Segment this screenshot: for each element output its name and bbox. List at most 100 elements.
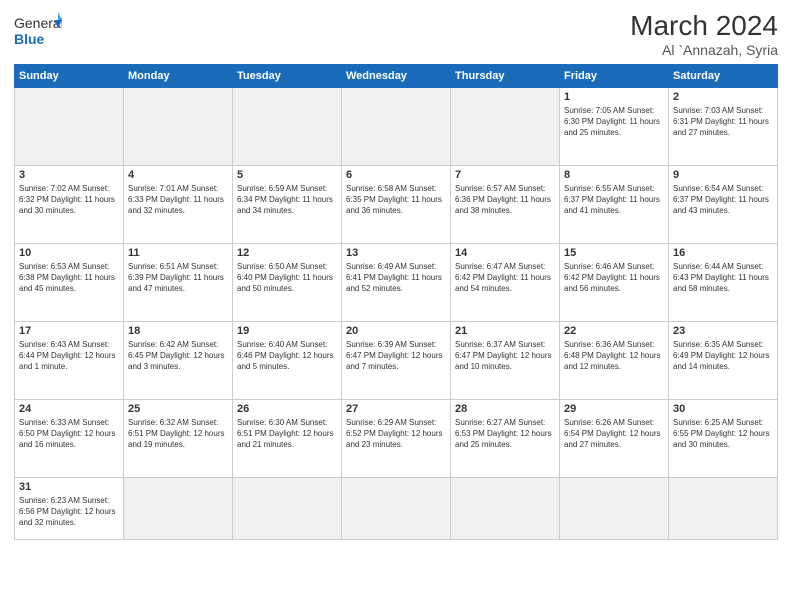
day-number: 9: [673, 169, 773, 181]
day-info: Sunrise: 6:29 AM Sunset: 6:52 PM Dayligh…: [346, 417, 446, 451]
day-info: Sunrise: 6:46 AM Sunset: 6:42 PM Dayligh…: [564, 261, 664, 295]
day-info: Sunrise: 6:40 AM Sunset: 6:46 PM Dayligh…: [237, 339, 337, 373]
cell-0-1: [124, 88, 233, 166]
week-row-3: 17Sunrise: 6:43 AM Sunset: 6:44 PM Dayli…: [15, 322, 778, 400]
logo: General Blue: [14, 10, 62, 54]
cell-1-3: 6 Sunrise: 6:58 AM Sunset: 6:35 PM Daylig…: [342, 166, 451, 244]
day-number: 23: [673, 325, 773, 337]
day-info: Sunrise: 6:39 AM Sunset: 6:47 PM Dayligh…: [346, 339, 446, 373]
day-info: Sunrise: 6:49 AM Sunset: 6:41 PM Dayligh…: [346, 261, 446, 295]
day-number: 5: [237, 169, 337, 181]
cell-5-6: [669, 478, 778, 540]
day-number: 19: [237, 325, 337, 337]
day-info: Sunrise: 6:55 AM Sunset: 6:37 PM Dayligh…: [564, 183, 664, 217]
day-info: Sunrise: 6:51 AM Sunset: 6:39 PM Dayligh…: [128, 261, 228, 295]
day-info: Sunrise: 7:03 AM Sunset: 6:31 PM Dayligh…: [673, 105, 773, 139]
cell-2-2: 12 Sunrise: 6:50 AM Sunset: 6:40 PM Dayli…: [233, 244, 342, 322]
day-info: Sunrise: 6:50 AM Sunset: 6:40 PM Dayligh…: [237, 261, 337, 295]
cell-0-3: [342, 88, 451, 166]
day-number: 26: [237, 403, 337, 415]
day-number: 31: [19, 481, 119, 493]
day-number: 8: [564, 169, 664, 181]
day-number: 11: [128, 247, 228, 259]
cell-2-0: 10 Sunrise: 6:53 AM Sunset: 6:38 PM Dayli…: [15, 244, 124, 322]
day-number: 27: [346, 403, 446, 415]
day-number: 2: [673, 91, 773, 103]
cell-0-6: 2 Sunrise: 7:03 AM Sunset: 6:31 PM Daylig…: [669, 88, 778, 166]
cell-3-0: 17Sunrise: 6:43 AM Sunset: 6:44 PM Dayli…: [15, 322, 124, 400]
cell-0-5: 1 Sunrise: 7:05 AM Sunset: 6:30 PM Daylig…: [560, 88, 669, 166]
cell-1-0: 3Sunrise: 7:02 AM Sunset: 6:32 PM Daylig…: [15, 166, 124, 244]
day-info: Sunrise: 6:23 AM Sunset: 6:56 PM Dayligh…: [19, 495, 119, 529]
cell-3-6: 23 Sunrise: 6:35 AM Sunset: 6:49 PM Dayli…: [669, 322, 778, 400]
day-number: 28: [455, 403, 555, 415]
svg-text:Blue: Blue: [14, 31, 45, 47]
cell-2-1: 11 Sunrise: 6:51 AM Sunset: 6:39 PM Dayli…: [124, 244, 233, 322]
day-info: Sunrise: 6:59 AM Sunset: 6:34 PM Dayligh…: [237, 183, 337, 217]
day-number: 13: [346, 247, 446, 259]
cell-5-1: [124, 478, 233, 540]
svg-text:General: General: [14, 15, 62, 31]
cell-3-3: 20 Sunrise: 6:39 AM Sunset: 6:47 PM Dayli…: [342, 322, 451, 400]
day-number: 1: [564, 91, 664, 103]
day-info: Sunrise: 7:02 AM Sunset: 6:32 PM Dayligh…: [19, 183, 119, 217]
day-info: Sunrise: 7:05 AM Sunset: 6:30 PM Dayligh…: [564, 105, 664, 139]
cell-5-5: [560, 478, 669, 540]
calendar-body: 1 Sunrise: 7:05 AM Sunset: 6:30 PM Daylig…: [15, 88, 778, 540]
page: General Blue March 2024 Al `Annazah, Syr…: [0, 0, 792, 612]
day-info: Sunrise: 6:25 AM Sunset: 6:55 PM Dayligh…: [673, 417, 773, 451]
cell-0-4: [451, 88, 560, 166]
day-info: Sunrise: 6:54 AM Sunset: 6:37 PM Dayligh…: [673, 183, 773, 217]
header: General Blue March 2024 Al `Annazah, Syr…: [14, 10, 778, 58]
day-number: 12: [237, 247, 337, 259]
day-number: 10: [19, 247, 119, 259]
weekday-row: Sunday Monday Tuesday Wednesday Thursday…: [15, 65, 778, 88]
day-number: 29: [564, 403, 664, 415]
weekday-thursday: Thursday: [451, 65, 560, 88]
day-info: Sunrise: 6:30 AM Sunset: 6:51 PM Dayligh…: [237, 417, 337, 451]
day-number: 14: [455, 247, 555, 259]
day-number: 18: [128, 325, 228, 337]
day-info: Sunrise: 6:36 AM Sunset: 6:48 PM Dayligh…: [564, 339, 664, 373]
day-number: 15: [564, 247, 664, 259]
day-info: Sunrise: 6:57 AM Sunset: 6:36 PM Dayligh…: [455, 183, 555, 217]
day-info: Sunrise: 6:47 AM Sunset: 6:42 PM Dayligh…: [455, 261, 555, 295]
cell-0-2: [233, 88, 342, 166]
weekday-friday: Friday: [560, 65, 669, 88]
day-info: Sunrise: 6:35 AM Sunset: 6:49 PM Dayligh…: [673, 339, 773, 373]
cell-0-0: [15, 88, 124, 166]
cell-2-6: 16Sunrise: 6:44 AM Sunset: 6:43 PM Dayli…: [669, 244, 778, 322]
subtitle: Al `Annazah, Syria: [630, 42, 778, 58]
week-row-2: 10 Sunrise: 6:53 AM Sunset: 6:38 PM Dayli…: [15, 244, 778, 322]
day-number: 4: [128, 169, 228, 181]
day-info: Sunrise: 6:53 AM Sunset: 6:38 PM Dayligh…: [19, 261, 119, 295]
cell-2-5: 15 Sunrise: 6:46 AM Sunset: 6:42 PM Dayli…: [560, 244, 669, 322]
cell-1-1: 4 Sunrise: 7:01 AM Sunset: 6:33 PM Daylig…: [124, 166, 233, 244]
day-info: Sunrise: 6:32 AM Sunset: 6:51 PM Dayligh…: [128, 417, 228, 451]
cell-3-2: 19 Sunrise: 6:40 AM Sunset: 6:46 PM Dayli…: [233, 322, 342, 400]
cell-2-4: 14 Sunrise: 6:47 AM Sunset: 6:42 PM Dayli…: [451, 244, 560, 322]
week-row-5: 31 Sunrise: 6:23 AM Sunset: 6:56 PM Dayli…: [15, 478, 778, 540]
cell-4-0: 24Sunrise: 6:33 AM Sunset: 6:50 PM Dayli…: [15, 400, 124, 478]
calendar-header: Sunday Monday Tuesday Wednesday Thursday…: [15, 65, 778, 88]
cell-1-5: 8 Sunrise: 6:55 AM Sunset: 6:37 PM Daylig…: [560, 166, 669, 244]
cell-4-6: 30Sunrise: 6:25 AM Sunset: 6:55 PM Dayli…: [669, 400, 778, 478]
day-number: 25: [128, 403, 228, 415]
day-number: 6: [346, 169, 446, 181]
cell-5-0: 31 Sunrise: 6:23 AM Sunset: 6:56 PM Dayli…: [15, 478, 124, 540]
day-number: 21: [455, 325, 555, 337]
cell-5-2: [233, 478, 342, 540]
cell-4-3: 27 Sunrise: 6:29 AM Sunset: 6:52 PM Dayli…: [342, 400, 451, 478]
day-info: Sunrise: 6:58 AM Sunset: 6:35 PM Dayligh…: [346, 183, 446, 217]
weekday-sunday: Sunday: [15, 65, 124, 88]
cell-5-4: [451, 478, 560, 540]
day-info: Sunrise: 7:01 AM Sunset: 6:33 PM Dayligh…: [128, 183, 228, 217]
day-number: 16: [673, 247, 773, 259]
calendar: Sunday Monday Tuesday Wednesday Thursday…: [14, 64, 778, 540]
day-number: 7: [455, 169, 555, 181]
logo-svg: General Blue: [14, 10, 62, 54]
day-number: 20: [346, 325, 446, 337]
cell-3-5: 22Sunrise: 6:36 AM Sunset: 6:48 PM Dayli…: [560, 322, 669, 400]
day-info: Sunrise: 6:33 AM Sunset: 6:50 PM Dayligh…: [19, 417, 119, 451]
cell-2-3: 13 Sunrise: 6:49 AM Sunset: 6:41 PM Dayli…: [342, 244, 451, 322]
